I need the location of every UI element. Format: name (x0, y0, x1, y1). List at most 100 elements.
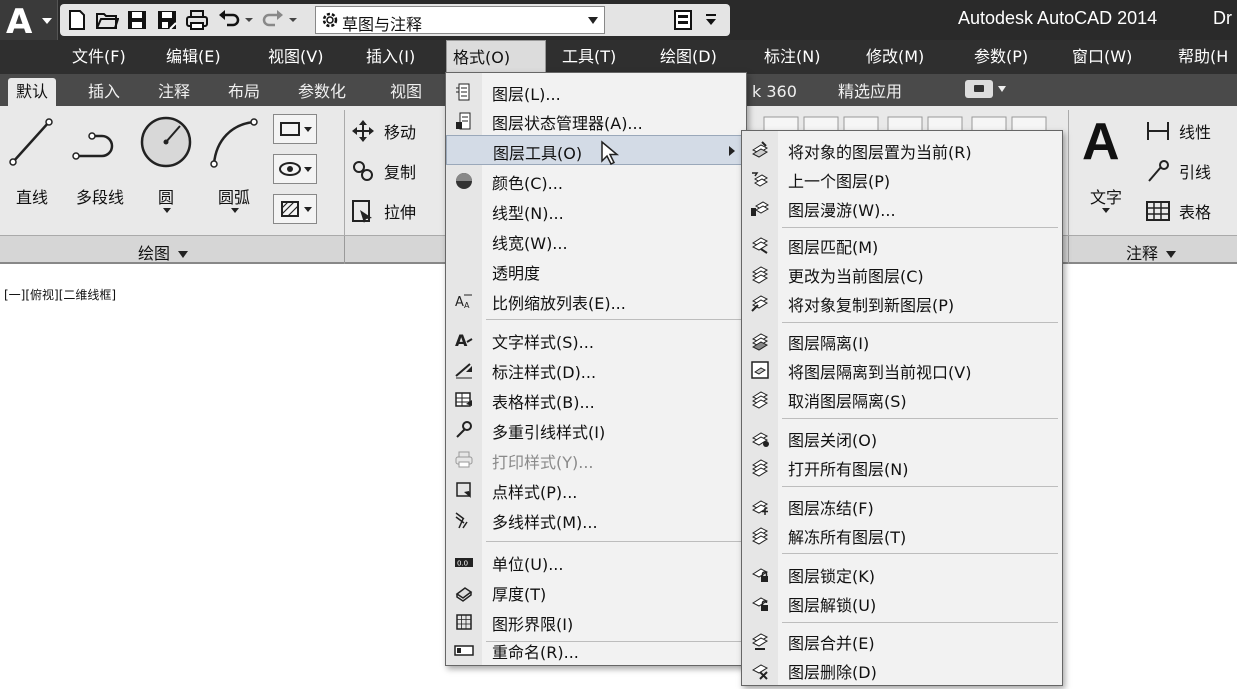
submenu-item-isolate-to-viewport[interactable]: 将图层隔离到当前视口(V) (742, 355, 1062, 385)
menu-modify[interactable]: 修改(M) (860, 40, 930, 74)
annotation-panel-title[interactable]: 注释 (1126, 240, 1177, 264)
submenu-item-change-to-current[interactable]: 更改为当前图层(C) (742, 259, 1062, 289)
layer-state-icon (456, 112, 471, 130)
scale-list-icon: AA (455, 294, 472, 310)
menu-item-multileader-style[interactable]: 多重引线样式(I) (446, 415, 746, 445)
menu-item-transparency[interactable]: 透明度 (446, 256, 746, 286)
submenu-item-copy-to-new-layer[interactable]: 将对象复制到新图层(P) (742, 288, 1062, 318)
viewport-controls-label[interactable]: [一][俯视][二维线框] (4, 286, 116, 303)
submenu-item-layer-isolate[interactable]: 图层隔离(I) (742, 326, 1062, 356)
chevron-down-icon[interactable] (242, 7, 256, 33)
ribbon-minimize-button[interactable] (965, 80, 993, 98)
redo-icon[interactable] (260, 7, 286, 33)
rectangle-tool[interactable] (273, 114, 317, 144)
layer-delete-icon (751, 664, 769, 680)
menu-view[interactable]: 视图(V) (262, 40, 329, 74)
submenu-item-previous-layer[interactable]: 上一个图层(P) (742, 164, 1062, 194)
menu-tools[interactable]: 工具(T) (556, 40, 622, 74)
submenu-item-layer-match[interactable]: 图层匹配(M) (742, 230, 1062, 260)
hatch-tool[interactable] (273, 194, 317, 224)
polyline-tool[interactable]: 多段线 (70, 112, 130, 207)
menu-edit[interactable]: 编辑(E) (160, 40, 227, 74)
menu-item-label: 厚度(T) (492, 585, 547, 604)
tab-parametric[interactable]: 参数化 (290, 78, 354, 106)
line-tool[interactable]: 直线 (6, 112, 58, 207)
svg-text:A: A (455, 331, 468, 350)
tab-insert[interactable]: 插入 (80, 78, 128, 106)
submenu-item-make-current[interactable]: 将对象的图层置为当前(R) (742, 135, 1062, 165)
stretch-button[interactable]: 拉伸 (350, 196, 416, 226)
menu-item-color[interactable]: 颜色(C)... (446, 166, 746, 196)
menu-item-label: 图层状态管理器(A)... (492, 114, 643, 133)
draw-panel-title[interactable]: 绘图 (138, 240, 189, 264)
undo-icon[interactable] (216, 7, 242, 33)
menu-item-scale-list[interactable]: AA 比例缩放列表(E)... (446, 286, 746, 316)
workspace-switcher[interactable]: 草图与注释 (315, 6, 605, 34)
chevron-down-icon[interactable] (231, 208, 239, 213)
menu-item-thickness[interactable]: 厚度(T) (446, 577, 746, 607)
open-folder-icon[interactable] (94, 7, 120, 33)
menu-item-drawing-limits[interactable]: 图形界限(I) (446, 607, 746, 637)
chevron-down-icon[interactable] (998, 86, 1006, 92)
tab-layout[interactable]: 布局 (220, 78, 268, 106)
menu-file[interactable]: 文件(F) (66, 40, 132, 74)
submenu-item-turn-all-layers-on[interactable]: 打开所有图层(N) (742, 452, 1062, 482)
menu-help[interactable]: 帮助(H (1172, 40, 1234, 74)
menu-item-layer-state-manager[interactable]: 图层状态管理器(A)... (446, 106, 746, 136)
layer-properties-icon[interactable] (670, 7, 696, 33)
move-button[interactable]: 移动 (350, 116, 416, 146)
menu-format[interactable]: 格式(O) (446, 40, 546, 74)
menu-item-label: 图层(L)... (492, 85, 561, 104)
new-file-icon[interactable] (64, 7, 90, 33)
menu-item-dimension-style[interactable]: 标注样式(D)... (446, 355, 746, 385)
copy-button[interactable]: 复制 (350, 156, 416, 186)
menu-item-text-style[interactable]: A 文字样式(S)... (446, 325, 746, 355)
submenu-item-layer-walk[interactable]: 图层漫游(W)... (742, 193, 1062, 223)
save-icon[interactable] (124, 7, 150, 33)
chevron-down-icon[interactable] (163, 208, 171, 213)
menu-item-table-style[interactable]: 表格样式(B)... (446, 385, 746, 415)
table-button[interactable]: 表格 (1145, 196, 1211, 226)
submenu-item-layer-freeze[interactable]: 图层冻结(F) (742, 491, 1062, 521)
save-as-icon[interactable] (154, 7, 180, 33)
submenu-item-layer-off[interactable]: 图层关闭(O) (742, 423, 1062, 453)
application-menu-button[interactable]: A (0, 0, 58, 42)
tab-a360[interactable]: k 360 (744, 78, 805, 106)
ellipse-tool[interactable] (273, 154, 317, 184)
menu-item-layer[interactable]: 图层(L)... (446, 77, 746, 107)
tab-annotate[interactable]: 注释 (150, 78, 198, 106)
menu-window[interactable]: 窗口(W) (1066, 40, 1138, 74)
menu-item-layer-tools[interactable]: 图层工具(O) (446, 135, 746, 165)
submenu-item-layer-lock[interactable]: 图层锁定(K) (742, 559, 1062, 589)
menu-insert[interactable]: 插入(I) (360, 40, 421, 74)
customize-toolbar-icon[interactable] (700, 7, 722, 33)
menu-item-rename[interactable]: 重命名(R)... (446, 635, 746, 665)
linear-dimension-button[interactable]: 线性 (1145, 116, 1211, 146)
submenu-item-unisolate[interactable]: 取消图层隔离(S) (742, 384, 1062, 414)
tab-default[interactable]: 默认 (8, 78, 57, 106)
submenu-item-layer-unlock[interactable]: 图层解锁(U) (742, 588, 1062, 618)
menu-item-multiline-style[interactable]: 多线样式(M)... (446, 505, 746, 535)
menu-item-plot-style[interactable]: 打印样式(Y)... (446, 445, 746, 475)
circle-tool-label: 圆 (157, 188, 174, 207)
autocad-logo-icon: A (6, 2, 33, 42)
submenu-item-layer-merge[interactable]: 图层合并(E) (742, 626, 1062, 656)
chevron-down-icon[interactable] (1102, 208, 1110, 213)
submenu-item-layer-delete[interactable]: 图层删除(D) (742, 655, 1062, 685)
print-icon[interactable] (184, 7, 210, 33)
menu-item-point-style[interactable]: 点样式(P)... (446, 475, 746, 505)
menu-dimension[interactable]: 标注(N) (758, 40, 826, 74)
circle-tool[interactable]: 圆 (136, 112, 196, 213)
chevron-down-icon[interactable] (286, 7, 300, 33)
menu-draw[interactable]: 绘图(D) (654, 40, 723, 74)
tab-featured-apps[interactable]: 精选应用 (830, 78, 910, 106)
menu-item-linetype[interactable]: 线型(N)... (446, 196, 746, 226)
chevron-down-icon (1166, 251, 1177, 258)
leader-button[interactable]: 引线 (1145, 156, 1211, 186)
menu-item-lineweight[interactable]: 线宽(W)... (446, 226, 746, 256)
menu-parametric[interactable]: 参数(P) (968, 40, 1034, 74)
tab-view[interactable]: 视图 (382, 78, 430, 106)
arc-tool[interactable]: 圆弧 (204, 112, 264, 213)
submenu-item-thaw-all-layers[interactable]: 解冻所有图层(T) (742, 520, 1062, 550)
menu-item-units[interactable]: 0.0 单位(U)... (446, 547, 746, 577)
